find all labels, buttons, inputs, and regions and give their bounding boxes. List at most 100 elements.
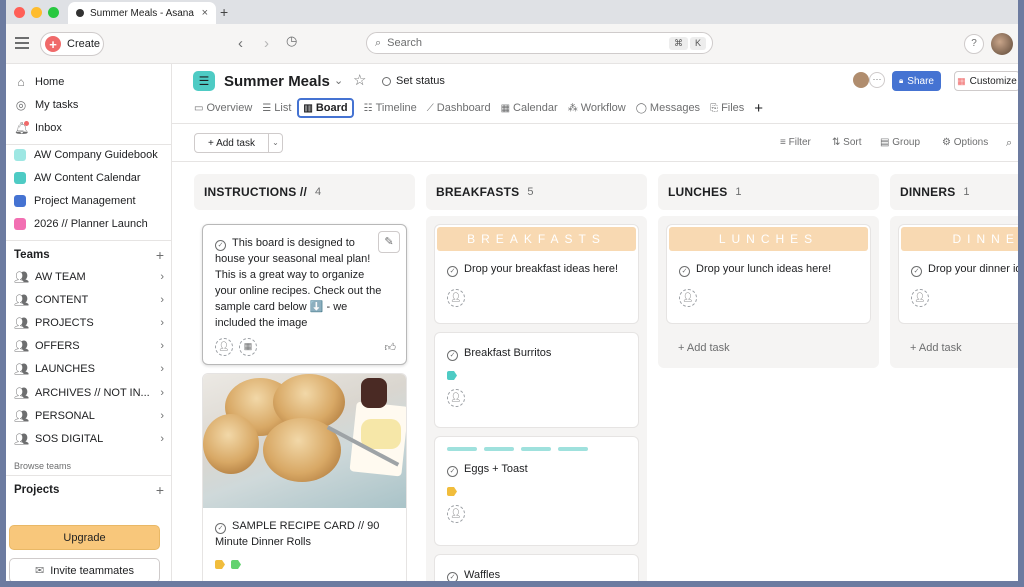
more-members-icon[interactable]: ··· [869,72,885,88]
sidebar-item-inbox[interactable]: 🔔︎ Inbox [14,117,164,139]
tab-calendar[interactable]: ▦ Calendar [501,98,558,118]
search-input[interactable]: ⌕ Search ⌘ K [366,32,713,54]
sidebar-item-my-tasks[interactable]: ◎ My tasks [14,94,164,116]
sort-button[interactable]: ⇅ Sort [832,137,862,148]
close-window-icon[interactable] [14,6,25,18]
add-task-dropdown-icon[interactable]: ⌄ [269,133,283,153]
forward-arrow-icon[interactable]: › [264,35,269,52]
check-icon[interactable]: ✓ [679,266,690,277]
user-avatar[interactable] [991,33,1013,55]
chevron-right-icon[interactable]: › [160,271,164,283]
group-button[interactable]: ▤ Group [880,137,920,148]
history-clock-icon[interactable]: ◷ [286,33,297,49]
assignee-icon[interactable]: 👤︎ [911,289,929,307]
project-list-icon[interactable]: ☰ [193,71,215,91]
upgrade-button[interactable]: Upgrade [9,525,160,550]
member-avatar[interactable] [853,72,869,88]
sidebar-project-content-calendar[interactable]: AW Content Calendar [14,167,164,189]
add-task-link[interactable]: + Add task [666,332,871,364]
filter-button[interactable]: ≡ Filter [780,137,811,148]
set-status-button[interactable]: Set status [382,75,445,87]
task-card[interactable]: ✓ Eggs + Toast 👤︎ [434,436,639,546]
chevron-right-icon[interactable]: › [160,363,164,375]
sidebar-item-home[interactable]: ⌂ Home [14,71,164,93]
sidebar-project-guidebook[interactable]: AW Company Guidebook [14,144,164,166]
tab-list[interactable]: ☰ List [262,98,291,118]
task-card[interactable]: ✓ This board is designed to house your se… [202,224,407,365]
task-card[interactable]: ✓ Breakfast Burritos 👤︎ [434,332,639,428]
create-button[interactable]: + Create [40,32,104,56]
assignee-icon[interactable]: 👤︎ [215,338,233,356]
tab-overview[interactable]: ▭ Overview [194,98,252,118]
task-card[interactable]: BREAKFASTS ✓ Drop your breakfast ideas he… [434,224,639,324]
star-icon[interactable]: ☆ [353,71,366,89]
check-icon[interactable]: ✓ [447,466,458,477]
sidebar-team-personal[interactable]: 👥︎ PERSONAL › [14,405,164,427]
check-icon[interactable]: ✓ [911,266,922,277]
browse-teams-link[interactable]: Browse teams [14,461,71,471]
tab-files[interactable]: ⎘ Files [710,98,744,118]
due-date-icon[interactable]: ▦ [239,338,257,356]
share-button[interactable]: 🔒︎ Share [892,71,941,91]
assignee-icon[interactable]: 👤︎ [447,289,465,307]
column-header[interactable]: BREAKFASTS 5 [426,174,647,210]
chevron-right-icon[interactable]: › [160,340,164,352]
close-tab-icon[interactable]: × [202,7,208,19]
chevron-right-icon[interactable]: › [160,294,164,306]
check-icon[interactable]: ✓ [215,523,226,534]
tab-dashboard[interactable]: ⟋ Dashboard [427,98,491,118]
like-icon[interactable]: 👍︎ [385,341,397,354]
sidebar-team-aw-team[interactable]: 👥︎ AW TEAM › [14,266,164,288]
chevron-right-icon[interactable]: › [160,410,164,422]
project-title[interactable]: Summer Meals [224,73,330,90]
task-card[interactable]: ✓ Waffles [434,554,639,581]
minimize-window-icon[interactable] [31,6,42,18]
check-icon[interactable]: ✓ [447,350,458,361]
add-project-icon[interactable]: + [156,482,164,498]
chevron-right-icon[interactable]: › [160,433,164,445]
maximize-window-icon[interactable] [48,6,59,18]
column-header[interactable]: INSTRUCTIONS // 4 [194,174,415,210]
projects-header[interactable]: Projects + [14,482,164,498]
check-icon[interactable]: ✓ [447,266,458,277]
search-board-icon[interactable]: ⌕ [1006,137,1012,150]
sidebar-team-sos-digital[interactable]: 👥︎ SOS DIGITAL › [14,428,164,450]
column-header[interactable]: LUNCHES 1 [658,174,879,210]
sidebar-team-archives[interactable]: 👥︎ ARCHIVES // NOT IN... › [14,382,164,404]
sidebar-project-management[interactable]: Project Management [14,190,164,212]
hamburger-menu-icon[interactable] [15,37,29,49]
sidebar-team-content[interactable]: 👥︎ CONTENT › [14,289,164,311]
help-button[interactable]: ? [964,34,984,54]
tab-messages[interactable]: ◯ Messages [636,98,700,118]
add-task-button[interactable]: + Add task [194,133,269,153]
chevron-right-icon[interactable]: › [160,317,164,329]
tab-workflow[interactable]: ⁂ Workflow [568,98,626,118]
chevron-right-icon[interactable]: › [160,387,164,399]
new-tab-button[interactable]: + [220,4,228,20]
back-arrow-icon[interactable]: ‹ [238,35,243,52]
check-icon[interactable]: ✓ [215,240,226,251]
customize-button[interactable]: ▦ Customize [954,71,1018,91]
teams-header[interactable]: Teams + [14,247,164,263]
sidebar-team-launches[interactable]: 👥︎ LAUNCHES › [14,358,164,380]
check-icon[interactable]: ✓ [447,572,458,581]
edit-pencil-icon[interactable]: ✎ [378,231,400,253]
browser-tab[interactable]: Summer Meals - Asana × [68,2,216,24]
tab-timeline[interactable]: ☷ Timeline [364,98,417,118]
assignee-icon[interactable]: 👤︎ [447,505,465,523]
sidebar-team-offers[interactable]: 👥︎ OFFERS › [14,335,164,357]
sidebar-project-planner-launch[interactable]: 2026 // Planner Launch [14,213,164,235]
tab-board[interactable]: ▥ Board [297,98,354,118]
add-tab-button[interactable]: + [754,98,763,118]
invite-teammates-button[interactable]: ✉ Invite teammates [9,558,160,581]
task-card[interactable]: DINNERS ✓ Drop your dinner ideas here! 👤︎ [898,224,1018,324]
assignee-icon[interactable]: 👤︎ [447,389,465,407]
assignee-icon[interactable]: 👤︎ [679,289,697,307]
add-team-icon[interactable]: + [156,247,164,263]
chevron-down-icon[interactable]: ⌄ [334,74,343,87]
task-card[interactable]: ✓ SAMPLE RECIPE CARD // 90 Minute Dinner … [202,373,407,581]
sidebar-team-projects[interactable]: 👥︎ PROJECTS › [14,312,164,334]
add-task-link[interactable]: + Add task [898,332,1018,364]
task-card[interactable]: LUNCHES ✓ Drop your lunch ideas here! 👤︎ [666,224,871,324]
column-header[interactable]: DINNERS 1 [890,174,1018,210]
